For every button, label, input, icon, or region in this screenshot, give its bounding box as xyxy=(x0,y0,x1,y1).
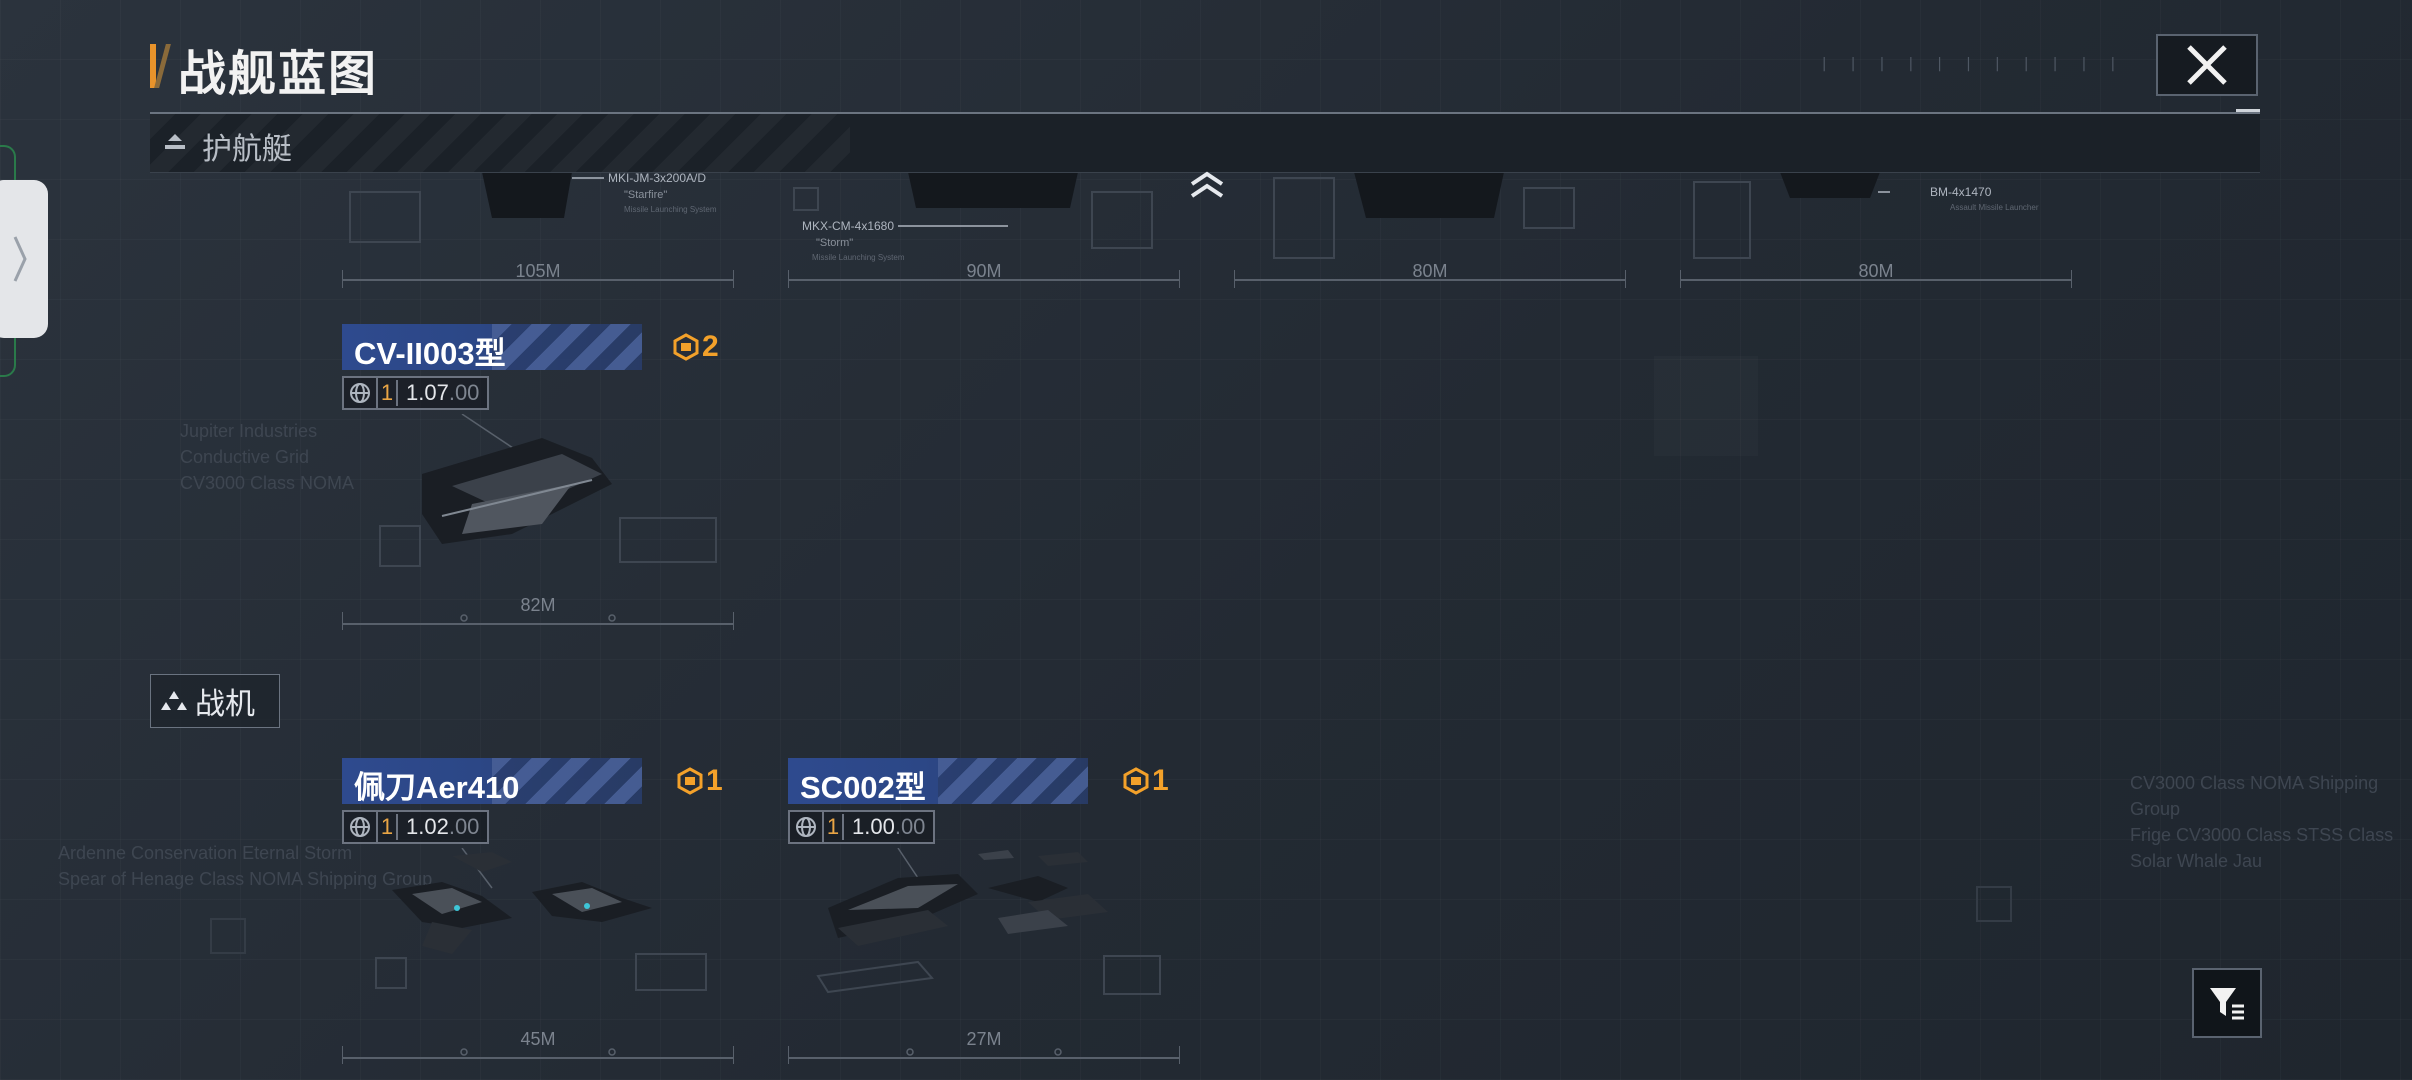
count-value: 1 xyxy=(1152,764,1169,797)
ship-name: SC002型 xyxy=(800,770,926,805)
rank-badge: 1 1.07.00 xyxy=(342,376,490,410)
ship-length: 80M xyxy=(1412,261,1448,281)
blueprint-card[interactable]: SC002型 1 1 1.00.00 27M xyxy=(788,758,1180,1064)
chevron-right-icon xyxy=(13,236,27,282)
callout-text: "Starfire" xyxy=(624,189,667,201)
callout-text: Assault Missile Launcher xyxy=(1950,203,2039,212)
ship-image xyxy=(816,848,1161,995)
globe-icon xyxy=(350,383,370,403)
section-label: 护航艇 xyxy=(202,132,292,167)
globe-icon xyxy=(796,817,816,837)
filter-icon xyxy=(2210,988,2244,1020)
rank-value-main: 1.00 xyxy=(852,814,895,839)
blueprint-card[interactable]: 80M xyxy=(1233,172,1627,296)
rank-value: 1.07.00 xyxy=(398,380,487,406)
header-divider xyxy=(2236,109,2260,112)
blueprint-count: 1 xyxy=(676,764,723,798)
fighter-icon xyxy=(161,691,187,710)
background-decor: | | | | | | | | | | | xyxy=(1820,56,2124,72)
background-decor xyxy=(1976,886,2012,922)
background-decor xyxy=(210,918,246,954)
ship-length: 45M xyxy=(520,1029,556,1049)
rank-badge: 1 1.02.00 xyxy=(342,810,490,844)
blueprint-card[interactable]: CV-II003型 2 1 1.07.00 82M xyxy=(342,324,734,630)
category-fighter[interactable]: 战机 xyxy=(150,674,280,728)
blueprint-card[interactable]: MKI-JM-3x200A/D "Starfire" Missile Launc… xyxy=(341,171,735,296)
rank-value: 1.02.00 xyxy=(398,814,487,840)
ship-name: 佩刀Aer410 xyxy=(354,770,520,805)
ship-length: 90M xyxy=(966,261,1002,281)
background-decor xyxy=(1654,356,1758,456)
card-title-bar: CV-II003型 xyxy=(342,324,642,371)
rank-value-decimal: .00 xyxy=(448,380,480,405)
rank-value-main: 1.02 xyxy=(406,814,449,839)
blueprint-token-icon xyxy=(677,767,703,795)
rank-value-decimal: .00 xyxy=(448,814,480,839)
page-title: 战舰蓝图 xyxy=(178,46,379,102)
close-button[interactable] xyxy=(2156,34,2258,96)
close-icon xyxy=(2187,45,2227,85)
rank-level: 1 xyxy=(378,814,398,840)
ship-length: 105M xyxy=(515,261,561,281)
count-value: 1 xyxy=(706,764,723,797)
ship-length: 82M xyxy=(520,595,556,615)
callout-text: Missile Launching System xyxy=(624,205,717,214)
blueprint-token-icon xyxy=(673,333,699,361)
section-header-escort[interactable]: 护航艇 xyxy=(150,114,2260,173)
blueprint-card[interactable]: BM-4x1470 Assault Missile Launcher 80M xyxy=(1679,172,2073,296)
background-lore-text: Jupiter Industries Conductive Grid CV3000 … xyxy=(180,421,355,493)
globe-icon xyxy=(350,817,370,837)
callout-text: MKI-JM-3x200A/D xyxy=(608,172,706,185)
rank-value-main: 1.07 xyxy=(406,380,449,405)
blueprint-card[interactable]: MKX-CM-4x1680 "Storm" Missile Launching … xyxy=(787,172,1181,296)
ship-image xyxy=(375,848,707,991)
ship-image xyxy=(379,414,717,567)
rank-level: 1 xyxy=(824,814,844,840)
rank-badge: 1 1.00.00 xyxy=(788,810,936,844)
blueprint-count: 2 xyxy=(672,330,719,364)
rank-level: 1 xyxy=(378,380,398,406)
filter-button[interactable] xyxy=(2192,968,2262,1038)
escort-boat-icon xyxy=(165,134,185,149)
callout-text: "Storm" xyxy=(816,237,853,249)
card-title-bar: SC002型 xyxy=(788,758,1088,805)
category-label: 战机 xyxy=(195,687,255,722)
card-title-bar: 佩刀Aer410 xyxy=(342,758,642,805)
side-drawer-tab[interactable] xyxy=(0,180,48,338)
chevron-up-icon[interactable] xyxy=(1188,170,1226,200)
blueprint-count: 1 xyxy=(1122,764,1169,798)
background-lore-text: CV3000 Class NOMA Shipping Group Frige CV… xyxy=(2130,773,2394,871)
callout-text: MKX-CM-4x1680 xyxy=(802,219,894,233)
blueprint-card[interactable]: 佩刀Aer410 1 1 1.02.00 45M xyxy=(342,758,734,1064)
blueprint-token-icon xyxy=(1123,767,1149,795)
ship-name: CV-II003型 xyxy=(354,336,506,371)
rank-value: 1.00.00 xyxy=(844,814,933,840)
callout-text: BM-4x1470 xyxy=(1930,185,1992,199)
count-value: 2 xyxy=(702,330,719,363)
ship-length: 27M xyxy=(966,1029,1002,1049)
ship-length: 80M xyxy=(1858,261,1894,281)
rank-value-decimal: .00 xyxy=(894,814,926,839)
